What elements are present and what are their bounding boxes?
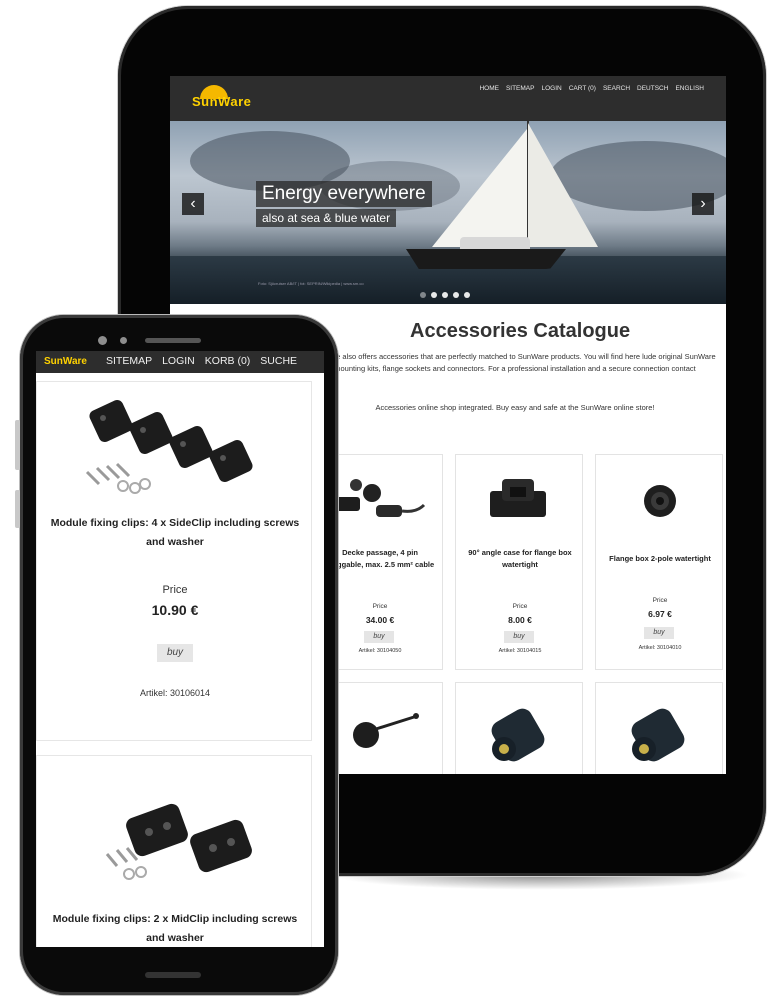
sunware-logo[interactable]: SunWare bbox=[44, 356, 87, 367]
slider-dots bbox=[420, 292, 470, 298]
price-label: Price bbox=[652, 597, 668, 604]
nav-deutsch[interactable]: DEUTSCH bbox=[637, 85, 668, 92]
product-card[interactable]: Module fixing clips: 4 x SideClip includ… bbox=[36, 381, 312, 741]
slider-prev-button[interactable]: ‹ bbox=[182, 193, 204, 215]
nav-sitemap[interactable]: SITEMAP bbox=[106, 355, 152, 367]
slider-dot[interactable] bbox=[453, 292, 459, 298]
price-label: Price bbox=[512, 603, 528, 610]
midclip-image bbox=[105, 803, 252, 880]
home-indicator[interactable] bbox=[145, 972, 201, 978]
article-number: Artikel: 30104015 bbox=[498, 648, 542, 654]
tablet-header: SunWare HOME SITEMAP LOGIN CART (0) SEAR… bbox=[170, 76, 726, 121]
nav-home[interactable]: HOME bbox=[479, 85, 499, 92]
product-card[interactable]: Flange box 2-pole watertight Price 6.97 … bbox=[595, 454, 723, 670]
hero-title: Energy everywhere bbox=[256, 181, 432, 207]
buy-button[interactable]: buy bbox=[157, 644, 193, 662]
product-card[interactable]: 90° angle case for flange box watertight… bbox=[455, 454, 583, 670]
phone-top-nav: SITEMAP LOGIN KORB (0) SUCHE bbox=[106, 355, 297, 367]
article-number: Artikel: 30106014 bbox=[139, 688, 211, 698]
nav-cart[interactable]: KORB (0) bbox=[205, 355, 251, 367]
slider-dot[interactable] bbox=[431, 292, 437, 298]
slider-dot[interactable] bbox=[442, 292, 448, 298]
product-name[interactable]: Decke passage, 4 pin pluggable, max. 2.5… bbox=[324, 547, 436, 571]
catalogue-shop-note: Accessories online shop integrated. Buy … bbox=[375, 403, 655, 412]
product-card[interactable]: Module fixing clips: 2 x MidClip includi… bbox=[36, 755, 312, 965]
nav-sitemap[interactable]: SITEMAP bbox=[506, 85, 535, 92]
phone-header: SunWare SITEMAP LOGIN KORB (0) SUCHE bbox=[36, 351, 324, 373]
earpiece-speaker bbox=[145, 338, 201, 343]
photo-credit: Foto: Sjöcruiser AB/IT | fot: SEPRIN/Wik… bbox=[258, 281, 364, 286]
price-value: 6.97 € bbox=[648, 609, 672, 619]
logo-text: SunWare bbox=[192, 94, 252, 109]
slider-dot[interactable] bbox=[464, 292, 470, 298]
product-name[interactable]: 90° angle case for flange box watertight bbox=[464, 547, 576, 571]
product-name[interactable]: Flange box 2-pole watertight bbox=[604, 553, 716, 565]
sunware-logo[interactable]: SunWare bbox=[192, 85, 252, 109]
nav-login[interactable]: LOGIN bbox=[541, 85, 561, 92]
sensor-icon bbox=[120, 337, 127, 344]
phone-bottom-bezel bbox=[36, 947, 324, 965]
phone-side-button bbox=[15, 420, 20, 470]
nav-english[interactable]: ENGLISH bbox=[675, 85, 704, 92]
product-name[interactable]: Module fixing clips: 2 x MidClip includi… bbox=[47, 910, 303, 948]
price-value: 8.00 € bbox=[508, 615, 532, 625]
nav-search[interactable]: SUCHE bbox=[260, 355, 297, 367]
buy-button[interactable]: buy bbox=[504, 631, 534, 643]
hero-subtitle: also at sea & blue water bbox=[256, 209, 397, 227]
catalogue-intro: unWare also offers accessories that are … bbox=[314, 352, 716, 373]
tablet-top-nav: HOME SITEMAP LOGIN CART (0) SEARCH DEUTS… bbox=[479, 85, 704, 92]
nav-login[interactable]: LOGIN bbox=[162, 355, 195, 367]
slider-next-button[interactable]: › bbox=[692, 193, 714, 215]
buy-button[interactable]: buy bbox=[364, 631, 394, 643]
sailboat-cabin bbox=[460, 237, 530, 251]
article-number: Artikel: 30104010 bbox=[638, 645, 682, 651]
front-camera-icon bbox=[98, 336, 107, 345]
angle-case-image bbox=[490, 479, 546, 517]
page-title: Accessories Catalogue bbox=[410, 320, 631, 342]
phone-side-button bbox=[15, 490, 20, 528]
nav-cart[interactable]: CART (0) bbox=[569, 85, 596, 92]
hero-slider: Energy everywhere also at sea & blue wat… bbox=[170, 121, 726, 304]
product-name[interactable]: Module fixing clips: 4 x SideClip includ… bbox=[47, 514, 303, 552]
product-card[interactable] bbox=[455, 682, 583, 774]
flange-box-image bbox=[644, 485, 676, 517]
price-value: 10.90 € bbox=[151, 602, 199, 618]
sailboat-sail bbox=[528, 123, 598, 247]
price-label: Price bbox=[162, 584, 188, 596]
phone-screen: SunWare SITEMAP LOGIN KORB (0) SUCHE Mod… bbox=[36, 351, 324, 965]
sailboat-hull bbox=[406, 249, 566, 269]
buy-button[interactable]: buy bbox=[644, 627, 674, 639]
slider-dot[interactable] bbox=[420, 292, 426, 298]
nav-search[interactable]: SEARCH bbox=[603, 85, 630, 92]
product-card[interactable] bbox=[595, 682, 723, 774]
plug-connector-image bbox=[631, 708, 685, 762]
sailboat-sail bbox=[432, 129, 527, 247]
plug-connector-image bbox=[491, 708, 545, 762]
sideclip-image bbox=[85, 399, 253, 494]
